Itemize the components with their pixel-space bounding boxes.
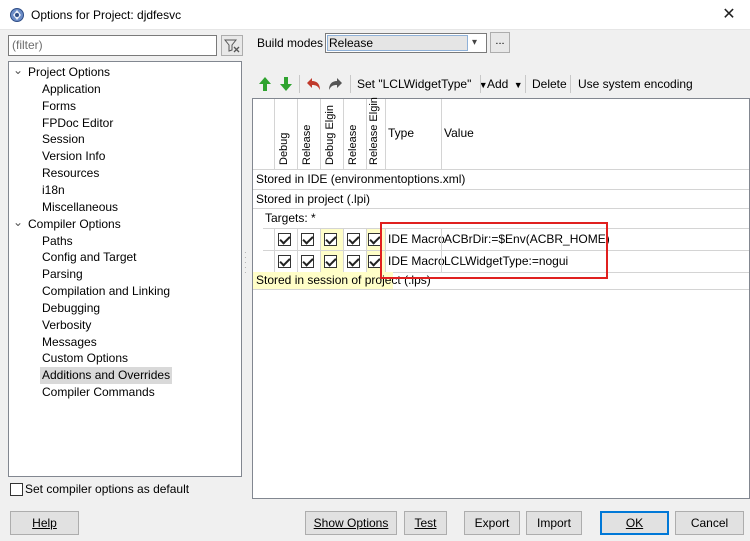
splitter-grip-icon[interactable]: · · · · · xyxy=(244,249,247,280)
set-macro-label: Set "LCLWidgetType" xyxy=(357,77,472,91)
tree-item-parsing[interactable]: Parsing xyxy=(42,266,83,283)
tree-item-fpdoc-editor[interactable]: FPDoc Editor xyxy=(42,115,113,132)
tree-item-compiler-options[interactable]: Compiler Options xyxy=(28,216,121,233)
section-ide: Stored in IDE (environmentoptions.xml) xyxy=(256,172,466,186)
additions-grid[interactable]: Debug Release Debug Elgin Release Releas… xyxy=(252,97,750,499)
row1-check-release[interactable] xyxy=(301,233,314,246)
help-label: Help xyxy=(32,516,57,530)
tree-item-i18n[interactable]: i18n xyxy=(42,182,65,199)
tree-item-miscellaneous[interactable]: Miscellaneous xyxy=(42,199,118,216)
show-options-label: Show Options xyxy=(313,516,389,530)
value-header: Value xyxy=(444,126,474,140)
build-modes-value: Release xyxy=(327,35,468,51)
section-project: Stored in project (.lpi) xyxy=(256,192,371,206)
tree-item-verbosity[interactable]: Verbosity xyxy=(42,317,91,334)
tree-item-config-and-target[interactable]: Config and Target xyxy=(42,249,137,266)
tree-item-compilation-and-linking[interactable]: Compilation and Linking xyxy=(42,283,170,300)
tree-item-additions-and-overrides[interactable]: Additions and Overrides xyxy=(40,367,173,385)
tree-item-application[interactable]: Application xyxy=(42,81,101,98)
row2-check-release-2[interactable] xyxy=(347,255,360,268)
tree-item-forms[interactable]: Forms xyxy=(42,98,76,115)
use-system-encoding-button[interactable]: Use system encoding xyxy=(578,72,693,96)
window-title: Options for Project: djdfesvc xyxy=(31,8,182,22)
clear-filter-icon xyxy=(223,39,240,53)
set-default-checkbox[interactable] xyxy=(10,483,23,496)
filter-input[interactable]: (filter) xyxy=(8,35,217,56)
chevron-down-icon: ▾ xyxy=(472,37,478,48)
build-modes-label: Build modes xyxy=(257,36,324,50)
tree-item-debugging[interactable]: Debugging xyxy=(42,300,100,317)
row1-check-debug-elgin[interactable] xyxy=(324,233,337,246)
tree-item-resources[interactable]: Resources xyxy=(42,165,99,182)
ok-button[interactable]: OK xyxy=(600,511,669,535)
set-default-label: Set compiler options as default xyxy=(25,482,190,496)
set-macro-button[interactable]: Set "LCLWidgetType" ▼ xyxy=(357,72,488,96)
add-label: Add xyxy=(487,77,509,91)
export-button[interactable]: Export xyxy=(464,511,520,535)
show-options-button[interactable]: Show Options xyxy=(305,511,397,535)
clear-filter-button[interactable] xyxy=(221,35,243,56)
help-button[interactable]: Help xyxy=(10,511,79,535)
undo-icon[interactable] xyxy=(305,76,322,92)
add-button[interactable]: Add ▼ xyxy=(487,72,523,96)
test-label: Test xyxy=(414,516,437,530)
delete-button[interactable]: Delete xyxy=(532,72,567,96)
mode-header-release-elgin: Release Elgin xyxy=(368,97,380,165)
tree-item-version-info[interactable]: Version Info xyxy=(42,148,105,165)
move-up-icon[interactable] xyxy=(257,76,273,92)
lazarus-app-icon xyxy=(10,8,24,22)
row2-check-debug-elgin[interactable] xyxy=(324,255,337,268)
options-tree[interactable]: ⌄ Project Options Application Forms FPDoc Ed… xyxy=(8,61,242,477)
tree-item-messages[interactable]: Messages xyxy=(42,334,97,351)
test-button[interactable]: Test xyxy=(404,511,447,535)
build-modes-edit-button[interactable]: ... xyxy=(490,32,510,53)
section-targets: Targets: * xyxy=(265,211,316,225)
redo-icon[interactable] xyxy=(327,76,344,92)
move-down-icon[interactable] xyxy=(278,76,294,92)
close-icon[interactable]: ✕ xyxy=(716,4,742,26)
annotation-highlight-box xyxy=(380,222,608,279)
row2-check-debug[interactable] xyxy=(278,255,291,268)
tree-item-project-options[interactable]: Project Options xyxy=(28,64,110,81)
tree-item-compiler-commands[interactable]: Compiler Commands xyxy=(42,384,155,401)
cancel-button[interactable]: Cancel xyxy=(675,511,744,535)
tree-item-custom-options[interactable]: Custom Options xyxy=(42,350,128,367)
chevron-down-icon: ▼ xyxy=(513,80,523,90)
type-header: Type xyxy=(388,126,415,140)
expand-chevron-icon[interactable]: ⌄ xyxy=(13,216,23,229)
import-button[interactable]: Import xyxy=(526,511,582,535)
tree-item-session[interactable]: Session xyxy=(42,131,85,148)
row1-check-release-2[interactable] xyxy=(347,233,360,246)
ok-label: OK xyxy=(625,516,644,530)
row1-check-debug[interactable] xyxy=(278,233,291,246)
row2-check-release[interactable] xyxy=(301,255,314,268)
tree-item-paths[interactable]: Paths xyxy=(42,233,73,250)
expand-chevron-icon[interactable]: ⌄ xyxy=(13,64,23,77)
toolbar: Set "LCLWidgetType" ▼ Add ▼ Delete Use s… xyxy=(252,72,750,98)
